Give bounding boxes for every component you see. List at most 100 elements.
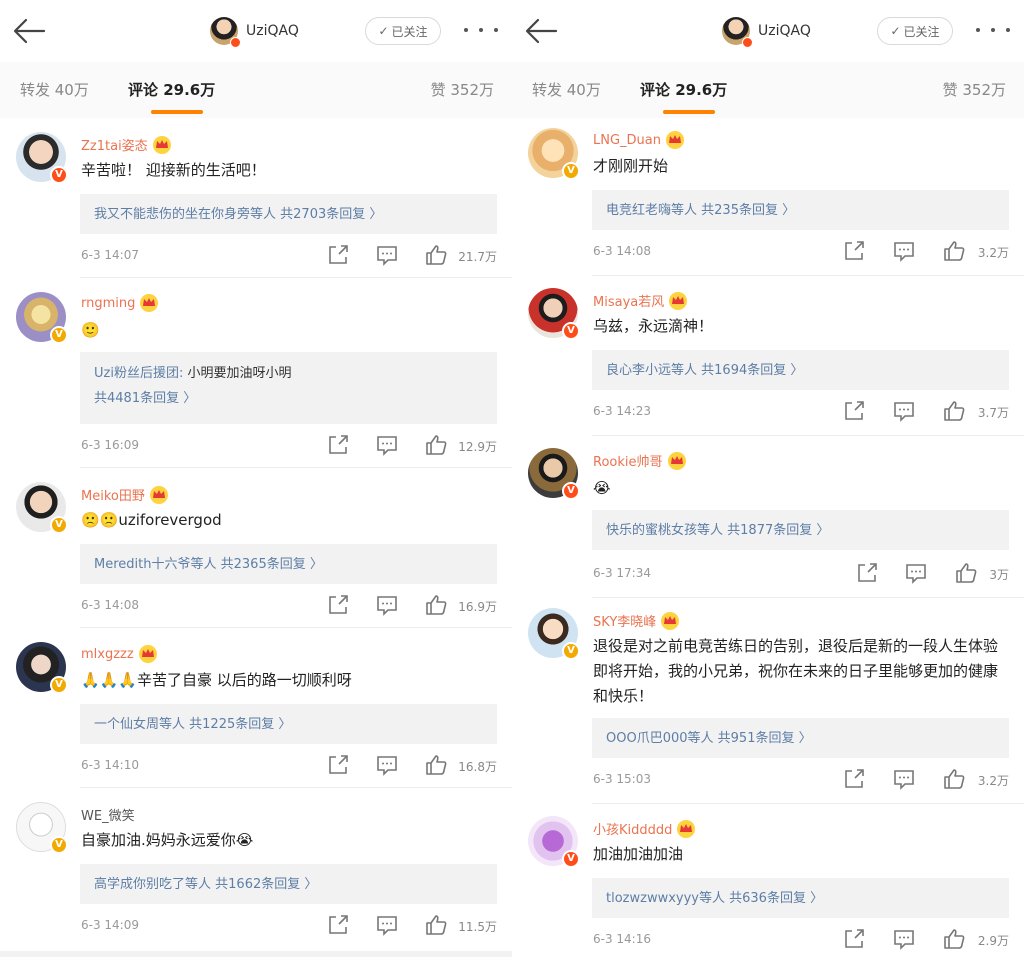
comment-bubble-icon[interactable] <box>893 400 915 422</box>
reply-summary-box[interactable]: OOO爪巴000等人 共951条回复 〉 <box>592 718 1009 758</box>
reply-count-link[interactable]: 共1694条回复 〉 <box>701 363 803 378</box>
reply-summary[interactable]: 高学成你别吃了等人 <box>94 877 211 892</box>
like-icon[interactable] <box>943 928 965 950</box>
reply-summary-box[interactable]: 良心李小远等人 共1694条回复 〉 <box>592 350 1009 390</box>
reply-count-link[interactable]: 共1877条回复 〉 <box>727 523 829 538</box>
commenter-name[interactable]: Misaya若风 <box>593 291 688 310</box>
reply-count-link[interactable]: 共4481条回复 〉 <box>94 391 196 406</box>
share-icon[interactable] <box>856 562 878 584</box>
comment-bubble-icon[interactable] <box>893 928 915 950</box>
commenter-avatar[interactable]: V <box>16 132 68 184</box>
like-icon[interactable] <box>955 562 977 584</box>
share-icon[interactable] <box>843 928 865 950</box>
share-icon[interactable] <box>843 240 865 262</box>
comment-bubble-icon[interactable] <box>376 754 398 776</box>
reply-count-link[interactable]: 共2365条回复 〉 <box>221 557 323 572</box>
reply-summary-box[interactable]: tlozwzwwxyyy等人 共636条回复 〉 <box>592 878 1009 918</box>
commenter-avatar[interactable]: V <box>528 288 580 340</box>
share-icon[interactable] <box>327 754 349 776</box>
reply-count-link[interactable]: 共951条回复 〉 <box>718 731 812 746</box>
reply-summary[interactable]: 快乐的蜜桃女孩等人 <box>606 523 723 538</box>
post-author[interactable]: UziQAQ <box>210 14 299 48</box>
like-icon[interactable] <box>425 244 447 266</box>
commenter-name[interactable]: SKY李晓峰 <box>593 611 680 630</box>
comment-bubble-icon[interactable] <box>893 240 915 262</box>
back-arrow-icon[interactable] <box>524 16 558 46</box>
commenter-name[interactable]: Zz1tai姿态 <box>81 135 172 154</box>
share-icon[interactable] <box>843 768 865 790</box>
more-options-icon[interactable] <box>976 20 1010 40</box>
like-icon[interactable] <box>943 400 965 422</box>
commenter-name[interactable]: Rookie帅哥 <box>593 451 687 470</box>
tab-like[interactable]: 赞 352万 <box>431 79 494 100</box>
reply-count-link[interactable]: 共636条回复 〉 <box>729 891 823 906</box>
commenter-avatar[interactable]: V <box>528 608 580 660</box>
commenter-name[interactable]: WE_微笑 <box>81 805 135 824</box>
commenter-avatar[interactable]: V <box>528 128 580 180</box>
author-username[interactable]: UziQAQ <box>246 23 299 39</box>
like-icon[interactable] <box>425 594 447 616</box>
commenter-name[interactable]: Meiko田野 <box>81 485 169 504</box>
commenter-name[interactable]: LNG_Duan <box>593 131 685 149</box>
commenter-avatar[interactable]: V <box>528 448 580 500</box>
reply-summary[interactable]: 我又不能悲伤的坐在你身旁等人 <box>94 207 276 222</box>
reply-count-link[interactable]: 共1225条回复 〉 <box>189 717 291 732</box>
tab-repost[interactable]: 转发 40万 <box>532 79 601 100</box>
like-icon[interactable] <box>425 754 447 776</box>
like-icon[interactable] <box>943 768 965 790</box>
reply-summary-box[interactable]: 一个仙女周等人 共1225条回复 〉 <box>80 704 497 744</box>
like-icon[interactable] <box>943 240 965 262</box>
reply-summary[interactable]: 一个仙女周等人 <box>94 717 185 732</box>
reply-summary-box[interactable]: 高学成你别吃了等人 共1662条回复 〉 <box>80 864 497 904</box>
commenter-name[interactable]: mlxgzzz <box>81 645 158 663</box>
share-icon[interactable] <box>327 244 349 266</box>
reply-summary[interactable]: OOO爪巴000等人 <box>606 731 714 746</box>
reply-count-link[interactable]: 共1662条回复 〉 <box>215 877 317 892</box>
share-icon[interactable] <box>327 434 349 456</box>
comment-bubble-icon[interactable] <box>905 562 927 584</box>
like-icon[interactable] <box>425 434 447 456</box>
reply-summary[interactable]: 良心李小远等人 <box>606 363 697 378</box>
more-options-icon[interactable] <box>464 20 498 40</box>
commenter-name[interactable]: rngming <box>81 294 159 312</box>
bottom-divider <box>0 951 512 957</box>
tab-repost[interactable]: 转发 40万 <box>20 79 89 100</box>
comment-bubble-icon[interactable] <box>376 434 398 456</box>
commenter-avatar[interactable]: V <box>528 816 580 868</box>
reply-summary[interactable]: tlozwzwwxyyy等人 <box>606 891 725 906</box>
reply-user[interactable]: Uzi粉丝后援团: <box>94 366 183 381</box>
reply-summary-box[interactable]: 快乐的蜜桃女孩等人 共1877条回复 〉 <box>592 510 1009 550</box>
reply-summary[interactable]: Meredith十六爷等人 <box>94 557 216 572</box>
comment-text: 🙂 <box>81 321 100 339</box>
tab-comment[interactable]: 评论 29.6万 <box>128 79 215 100</box>
commenter-avatar[interactable]: V <box>16 802 68 854</box>
post-author[interactable]: UziQAQ <box>722 14 811 48</box>
reply-summary-box[interactable]: Meredith十六爷等人 共2365条回复 〉 <box>80 544 497 584</box>
reply-count-link[interactable]: 共2703条回复 〉 <box>280 207 382 222</box>
reply-summary[interactable]: 电竞红老嗨等人 <box>606 203 697 218</box>
like-icon[interactable] <box>425 914 447 936</box>
follow-button[interactable]: ✓ 已关注 <box>365 17 441 45</box>
author-avatar[interactable] <box>210 17 241 48</box>
commenter-avatar[interactable]: V <box>16 292 68 344</box>
commenter-avatar[interactable]: V <box>16 642 68 694</box>
back-arrow-icon[interactable] <box>12 16 46 46</box>
follow-button[interactable]: ✓ 已关注 <box>877 17 953 45</box>
comment-bubble-icon[interactable] <box>376 244 398 266</box>
share-icon[interactable] <box>843 400 865 422</box>
tab-like[interactable]: 赞 352万 <box>943 79 1006 100</box>
comment-bubble-icon[interactable] <box>376 594 398 616</box>
comment-bubble-icon[interactable] <box>376 914 398 936</box>
commenter-name[interactable]: 小孩Kiddddd <box>593 819 696 838</box>
tab-comment[interactable]: 评论 29.6万 <box>640 79 727 100</box>
comment-bubble-icon[interactable] <box>893 768 915 790</box>
commenter-avatar[interactable]: V <box>16 482 68 534</box>
author-username[interactable]: UziQAQ <box>758 23 811 39</box>
author-avatar[interactable] <box>722 17 753 48</box>
share-icon[interactable] <box>327 594 349 616</box>
share-icon[interactable] <box>327 914 349 936</box>
reply-count-link[interactable]: 共235条回复 〉 <box>701 203 795 218</box>
reply-summary-box[interactable]: Uzi粉丝后援团: 小明要加油呀小明 共4481条回复 〉 <box>80 352 497 424</box>
reply-summary-box[interactable]: 电竞红老嗨等人 共235条回复 〉 <box>592 190 1009 230</box>
reply-summary-box[interactable]: 我又不能悲伤的坐在你身旁等人 共2703条回复 〉 <box>80 194 497 234</box>
